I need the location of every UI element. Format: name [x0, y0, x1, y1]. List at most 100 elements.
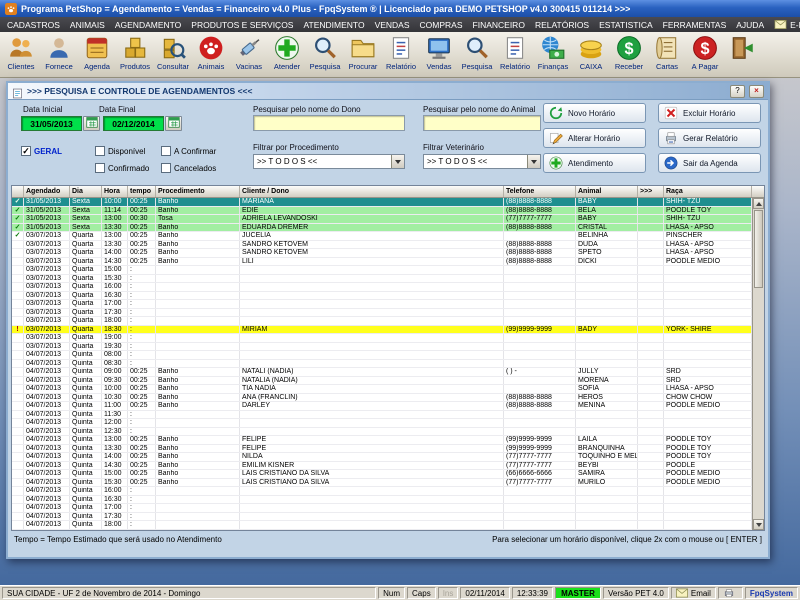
button-alterar-horario[interactable]: Alterar Horário	[543, 128, 646, 148]
table-row[interactable]: 04/07/2013Quinta16:30:	[12, 496, 752, 505]
table-row[interactable]: 04/07/2013Quinta11:30:	[12, 411, 752, 420]
menu-item-produtos-e-servicos[interactable]: PRODUTOS E SERVIÇOS	[186, 17, 298, 32]
table-row[interactable]: 04/07/2013Quinta10:3000:25BanhoANA (FRAN…	[12, 394, 752, 403]
menu-item-cadastros[interactable]: CADASTROS	[2, 17, 65, 32]
table-row[interactable]: 03/07/2013Quarta14:0000:25BanhoSANDRO KE…	[12, 249, 752, 258]
search-animal-input[interactable]	[423, 115, 541, 131]
toolbar-button-pesquisa[interactable]: Pesquisa	[306, 33, 344, 77]
menu-item-vendas[interactable]: VENDAS	[370, 17, 415, 32]
toolbar-button-fornece[interactable]: Fornece	[40, 33, 78, 77]
table-row[interactable]: 04/07/2013Quinta17:30:	[12, 513, 752, 522]
table-row[interactable]: 03/07/2013Quarta15:00:	[12, 266, 752, 275]
toolbar-button-agenda[interactable]: Agenda	[78, 33, 116, 77]
table-scrollbar[interactable]	[752, 198, 764, 530]
toolbar-button-procurar[interactable]: Procurar	[344, 33, 382, 77]
toolbar-button-clientes[interactable]: Clientes	[2, 33, 40, 77]
toolbar-button-relatorio[interactable]: Relatório	[496, 33, 534, 77]
table-row[interactable]: 04/07/2013Quinta11:0000:25BanhoDARLEY(88…	[12, 402, 752, 411]
table-row[interactable]: ✓31/05/2013Sexta13:3000:25BanhoEDUARDA D…	[12, 224, 752, 233]
scroll-track[interactable]	[753, 289, 764, 519]
table-row[interactable]: 04/07/2013Quinta14:0000:25BanhoNILDA(77)…	[12, 453, 752, 462]
menu-item-agendamento[interactable]: AGENDAMENTO	[110, 17, 186, 32]
menu-item-relatorios[interactable]: RELATÓRIOS	[530, 17, 594, 32]
toolbar-button-pesquisa[interactable]: Pesquisa	[458, 33, 496, 77]
table-row[interactable]: 03/07/2013Quarta19:00:	[12, 334, 752, 343]
table-row[interactable]: 03/07/2013Quarta13:3000:25BanhoSANDRO KE…	[12, 241, 752, 250]
chevron-down-icon[interactable]	[527, 155, 540, 168]
menu-item-atendimento[interactable]: ATENDIMENTO	[298, 17, 369, 32]
table-row[interactable]: ✓31/05/2013Sexta10:0000:25BanhoMARIANA(8…	[12, 198, 752, 207]
table-row[interactable]: 04/07/2013Quinta13:3000:25BanhoFELIPE(99…	[12, 445, 752, 454]
menu-item-estatistica[interactable]: ESTATISTICA	[594, 17, 658, 32]
table-row[interactable]: ✓31/05/2013Sexta13:0000:30TosaADRIELA LE…	[12, 215, 752, 224]
button-novo-horario[interactable]: Novo Horário	[543, 103, 646, 123]
table-row[interactable]: 03/07/2013Quarta14:3000:25BanhoLILI(88)8…	[12, 258, 752, 267]
toolbar-button-exit[interactable]	[724, 33, 762, 77]
table-row[interactable]: 03/07/2013Quarta18:00:	[12, 317, 752, 326]
table-row[interactable]: 03/07/2013Quarta17:00:	[12, 300, 752, 309]
toolbar-button-vendas[interactable]: Vendas	[420, 33, 458, 77]
table-row[interactable]: 04/07/2013Quinta12:30:	[12, 428, 752, 437]
search-dono-input[interactable]	[253, 115, 405, 131]
chevron-down-icon[interactable]	[391, 155, 404, 168]
table-row[interactable]: 03/07/2013Quarta16:00:	[12, 283, 752, 292]
close-button[interactable]: ×	[749, 85, 764, 98]
table-row[interactable]: !03/07/2013Quarta18:30:MIRIAM(99)9999-99…	[12, 326, 752, 335]
table-row[interactable]: 04/07/2013Quinta16:00:	[12, 487, 752, 496]
menu-item-e-mail[interactable]: E-MAIL	[769, 17, 800, 32]
data-final-calendar-button[interactable]	[165, 116, 182, 131]
procedimento-select[interactable]: >> T O D O S <<	[253, 154, 405, 169]
table-row[interactable]: 04/07/2013Quinta14:3000:25BanhoEMILIM KI…	[12, 462, 752, 471]
table-row[interactable]: 03/07/2013Quarta19:30:	[12, 343, 752, 352]
statusbar-print[interactable]	[718, 587, 743, 599]
toolbar-button-vacinas[interactable]: Vacinas	[230, 33, 268, 77]
menu-item-financeiro[interactable]: FINANCEIRO	[468, 17, 530, 32]
table-row[interactable]: 04/07/2013Quinta08:30:	[12, 360, 752, 369]
table-row[interactable]: 03/07/2013Quarta16:30:	[12, 292, 752, 301]
table-row[interactable]: 04/07/2013Quinta17:00:	[12, 504, 752, 513]
toolbar-button-a-pagar[interactable]: $A Pagar	[686, 33, 724, 77]
checkbox-a-confirmar[interactable]: A Confirmar	[161, 146, 216, 156]
scroll-down-icon[interactable]	[753, 519, 764, 530]
scroll-thumb[interactable]	[754, 210, 763, 288]
button-gerar-relatorio[interactable]: Gerar Relatório	[658, 128, 761, 148]
table-row[interactable]: 04/07/2013Quinta10:0000:25BanhoTIA NADIA…	[12, 385, 752, 394]
data-inicial-calendar-button[interactable]	[83, 116, 100, 131]
table-row[interactable]: 04/07/2013Quinta13:0000:25BanhoFELIPE(99…	[12, 436, 752, 445]
table-row[interactable]: ✓03/07/2013Quarta13:0000:25BanhoJUCELIAB…	[12, 232, 752, 241]
veterinario-select[interactable]: >> T O D O S <<	[423, 154, 541, 169]
table-row[interactable]: ✓31/05/2013Sexta11:1400:25BanhoEDIE(88)8…	[12, 207, 752, 216]
checkbox-confirmado[interactable]: Confirmado	[95, 163, 149, 173]
window-titlebar[interactable]: >>> PESQUISA E CONTROLE DE AGENDAMENTOS …	[8, 83, 768, 100]
toolbar-button-financas[interactable]: Finanças	[534, 33, 572, 77]
help-button[interactable]: ?	[730, 85, 745, 98]
toolbar-button-consultar[interactable]: Consultar	[154, 33, 192, 77]
checkbox-geral[interactable]: ✓GERAL	[21, 146, 62, 156]
toolbar-button-cartas[interactable]: Cartas	[648, 33, 686, 77]
table-row[interactable]: 04/07/2013Quinta18:00:	[12, 521, 752, 530]
table-row[interactable]: 04/07/2013Quinta12:00:	[12, 419, 752, 428]
toolbar-button-animais[interactable]: Animais	[192, 33, 230, 77]
scroll-up-icon[interactable]	[753, 198, 764, 209]
menu-item-compras[interactable]: COMPRAS	[415, 17, 468, 32]
menu-item-ferramentas[interactable]: FERRAMENTAS	[658, 17, 732, 32]
toolbar-button-relatorio[interactable]: Relatório	[382, 33, 420, 77]
toolbar-button-caixa[interactable]: CAIXA	[572, 33, 610, 77]
button-sair-da-agenda[interactable]: Sair da Agenda	[658, 153, 761, 173]
checkbox-cancelados[interactable]: Cancelados	[161, 163, 216, 173]
table-row[interactable]: 04/07/2013Quinta09:3000:25BanhoNATALIA (…	[12, 377, 752, 386]
data-final-field[interactable]	[103, 116, 164, 131]
menu-item-ajuda[interactable]: AJUDA	[731, 17, 769, 32]
menu-item-animais[interactable]: ANIMAIS	[65, 17, 110, 32]
button-excluir-horario[interactable]: Excluir Horário	[658, 103, 761, 123]
table-row[interactable]: 04/07/2013Quinta15:3000:25BanhoLAIS CRIS…	[12, 479, 752, 488]
checkbox-disponivel[interactable]: Disponível	[95, 146, 145, 156]
toolbar-button-receber[interactable]: $Receber	[610, 33, 648, 77]
button-atendimento[interactable]: Atendimento	[543, 153, 646, 173]
table-row[interactable]: 03/07/2013Quarta15:30:	[12, 275, 752, 284]
toolbar-button-atender[interactable]: Atender	[268, 33, 306, 77]
table-row[interactable]: 04/07/2013Quinta15:0000:25BanhoLAIS CRIS…	[12, 470, 752, 479]
table-row[interactable]: 04/07/2013Quinta08:00:	[12, 351, 752, 360]
table-row[interactable]: 04/07/2013Quinta09:0000:25BanhoNATALI (N…	[12, 368, 752, 377]
toolbar-button-produtos[interactable]: Produtos	[116, 33, 154, 77]
